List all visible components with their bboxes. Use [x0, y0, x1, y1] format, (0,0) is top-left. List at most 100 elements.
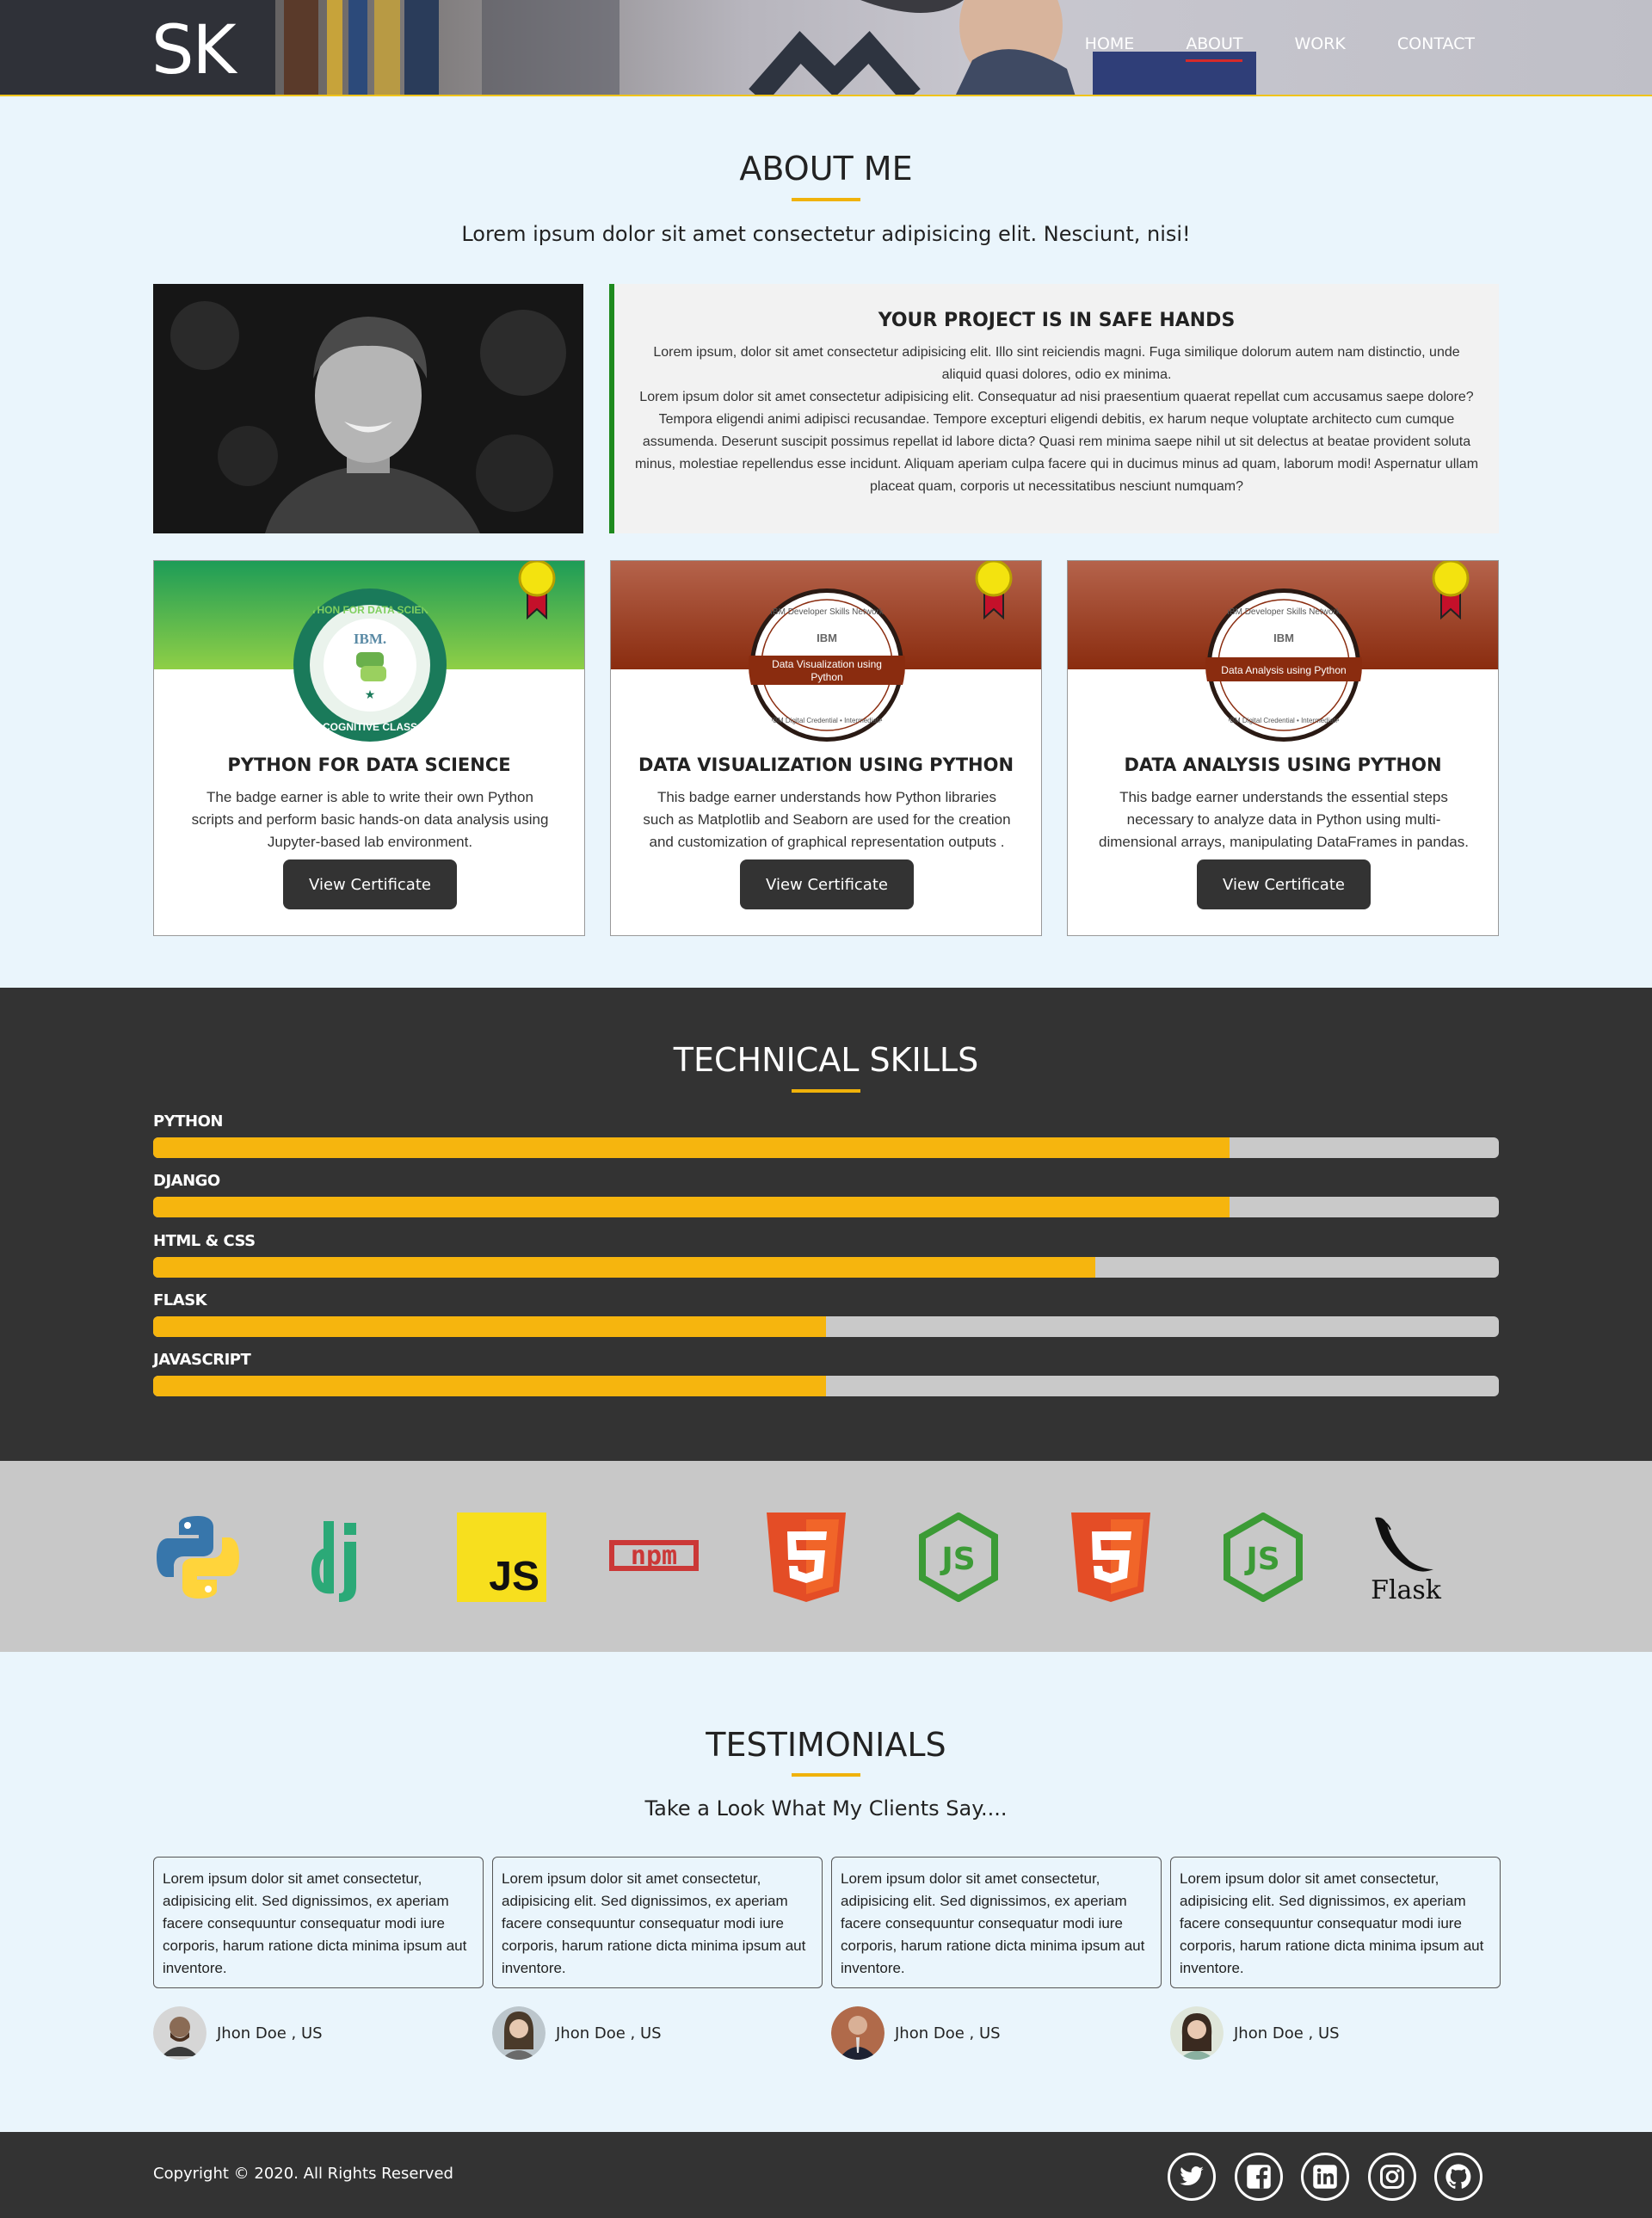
data-analysis-badge-icon: IBM Developer Skills Network IBM Data An… — [1205, 588, 1362, 742]
badge-bottom-text: IBM Digital Credential • Intermediate — [771, 717, 883, 724]
npm-logo-icon: npm — [609, 1540, 699, 1571]
nodejs-logo-icon: JS — [1224, 1513, 1303, 1602]
skills-title-underline — [792, 1089, 860, 1093]
view-certificate-button[interactable]: View Certificate — [283, 859, 457, 909]
skill-javascript: JAVASCRIPT — [153, 1351, 1499, 1396]
main-nav: HOME ABOUT WORK CONTACT — [1085, 34, 1475, 62]
badge-label: Data Visualization using Python — [772, 658, 882, 683]
flask-logo-icon: Flask — [1371, 1517, 1442, 1602]
copyright-text: Copyright © 2020. All Rights Reserved — [153, 2165, 453, 2183]
profile-photo-image — [153, 284, 583, 533]
avatar — [492, 2006, 546, 2060]
info-box-title: YOUR PROJECT IS IN SAFE HANDS — [878, 310, 1236, 331]
badge-bottom-text: IBM Digital Credential • Intermediate — [1228, 717, 1340, 724]
python-logo-icon — [157, 1516, 239, 1599]
site-footer: Copyright © 2020. All Rights Reserved — [0, 2132, 1652, 2218]
certificate-title: DATA ANALYSIS USING PYTHON — [1124, 755, 1442, 775]
tech-logos-strip: JS npm JS JS Flask — [0, 1461, 1652, 1652]
flask-logo-text: Flask — [1371, 1575, 1442, 1602]
certificate-card-data-visualization: IBM Developer Skills Network IBM Data Vi… — [610, 560, 1042, 936]
linkedin-icon[interactable] — [1301, 2153, 1349, 2201]
javascript-logo-text: JS — [489, 1554, 539, 1599]
author-name: Jhon Doe , US — [556, 2024, 662, 2042]
badge-brand-text: IBM — [817, 632, 837, 644]
testimonial-author: Jhon Doe , US — [831, 2006, 1001, 2060]
avatar — [1170, 2006, 1224, 2060]
skill-progress-bar — [153, 1316, 1499, 1337]
site-header: SK HOME ABOUT WORK CONTACT — [0, 0, 1652, 96]
skill-name: PYTHON — [153, 1112, 223, 1131]
npm-logo-text: npm — [631, 1541, 677, 1571]
nav-work[interactable]: WORK — [1294, 34, 1345, 53]
skill-name: FLASK — [153, 1291, 207, 1309]
certificate-title: PYTHON FOR DATA SCIENCE — [227, 755, 511, 775]
badge-top-text: PYTHON FOR DATA SCIENCE — [297, 604, 443, 616]
facebook-icon[interactable] — [1235, 2153, 1283, 2201]
nav-home[interactable]: HOME — [1085, 34, 1135, 53]
testimonial-card: Lorem ipsum dolor sit amet consectetur, … — [492, 1857, 823, 1988]
award-ribbon-icon — [975, 561, 1013, 620]
instagram-icon[interactable] — [1368, 2153, 1416, 2201]
skill-progress-bar — [153, 1257, 1499, 1278]
skill-progress-bar — [153, 1137, 1499, 1158]
about-title-underline — [792, 198, 860, 201]
author-name: Jhon Doe , US — [217, 2024, 323, 2042]
skill-flask: FLASK — [153, 1291, 1499, 1337]
github-icon[interactable] — [1434, 2153, 1482, 2201]
site-logo[interactable]: SK — [151, 12, 237, 89]
certificate-card-data-analysis: IBM Developer Skills Network IBM Data An… — [1067, 560, 1499, 936]
testimonial-card: Lorem ipsum dolor sit amet consectetur, … — [831, 1857, 1162, 1988]
testimonial-author: Jhon Doe , US — [153, 2006, 323, 2060]
about-subtitle: Lorem ipsum dolor sit amet consectetur a… — [461, 222, 1191, 246]
author-name: Jhon Doe , US — [895, 2024, 1001, 2042]
nav-contact[interactable]: CONTACT — [1397, 34, 1475, 53]
html5-logo-icon — [767, 1513, 846, 1602]
skill-progress-bar — [153, 1197, 1499, 1217]
skill-progress-fill — [153, 1137, 1230, 1158]
skill-html-css: HTML & CSS — [153, 1232, 1499, 1278]
nodejs-logo-icon: JS — [919, 1513, 998, 1602]
testimonials-subtitle: Take a Look What My Clients Say.... — [644, 1796, 1008, 1821]
avatar — [831, 2006, 885, 2060]
skill-progress-fill — [153, 1197, 1230, 1217]
award-ribbon-icon — [1432, 561, 1470, 620]
view-certificate-button[interactable]: View Certificate — [1197, 859, 1371, 909]
testimonials-title: TESTIMONIALS — [706, 1726, 946, 1764]
badge-label: Data Analysis using Python — [1221, 664, 1346, 676]
author-name: Jhon Doe , US — [1234, 2024, 1340, 2042]
skill-django: DJANGO — [153, 1172, 1499, 1217]
skill-name: DJANGO — [153, 1172, 220, 1190]
certificate-title: DATA VISUALIZATION USING PYTHON — [638, 755, 1014, 775]
skill-progress-fill — [153, 1316, 826, 1337]
view-certificate-button[interactable]: View Certificate — [740, 859, 914, 909]
about-title: ABOUT ME — [739, 150, 913, 188]
python-data-science-badge-icon: PYTHON FOR DATA SCIENCE IBM. ★ COGNITIVE… — [293, 588, 447, 742]
badge-top-text: IBM Developer Skills Network — [770, 607, 885, 617]
avatar — [153, 2006, 206, 2060]
info-box-text-1: Lorem ipsum, dolor sit amet consectetur … — [653, 345, 1460, 382]
twitter-icon[interactable] — [1168, 2153, 1216, 2201]
certificate-description: This badge earner understands the essent… — [1099, 789, 1469, 850]
technical-skills-section: TECHNICAL SKILLS PYTHON DJANGO HTML & CS… — [0, 988, 1652, 1461]
certificate-description: The badge earner is able to write their … — [191, 789, 549, 850]
testimonial-author: Jhon Doe , US — [492, 2006, 662, 2060]
info-box-text-2: Lorem ipsum dolor sit amet consectetur a… — [634, 390, 1479, 494]
testimonial-author: Jhon Doe , US — [1170, 2006, 1340, 2060]
certificate-description: This badge earner understands how Python… — [643, 789, 1011, 850]
data-visualization-badge-icon: IBM Developer Skills Network IBM Data Vi… — [749, 588, 905, 742]
django-logo-icon — [311, 1521, 356, 1602]
svg-text:★: ★ — [365, 687, 376, 701]
badge-brand-text: IBM — [1273, 632, 1294, 644]
html5-logo-icon — [1071, 1513, 1150, 1602]
badge-bottom-text: COGNITIVE CLASS — [323, 721, 417, 733]
svg-text:JS: JS — [939, 1542, 975, 1577]
skill-progress-fill — [153, 1257, 1095, 1278]
skill-name: HTML & CSS — [153, 1232, 256, 1250]
skill-progress-bar — [153, 1376, 1499, 1396]
nav-about[interactable]: ABOUT — [1186, 34, 1243, 62]
javascript-logo-icon: JS — [457, 1513, 546, 1602]
testimonials-title-underline — [792, 1773, 860, 1777]
badge-brand-text: IBM. — [354, 631, 386, 647]
certificate-card-python: PYTHON FOR DATA SCIENCE IBM. ★ COGNITIVE… — [153, 560, 585, 936]
skill-progress-fill — [153, 1376, 826, 1396]
